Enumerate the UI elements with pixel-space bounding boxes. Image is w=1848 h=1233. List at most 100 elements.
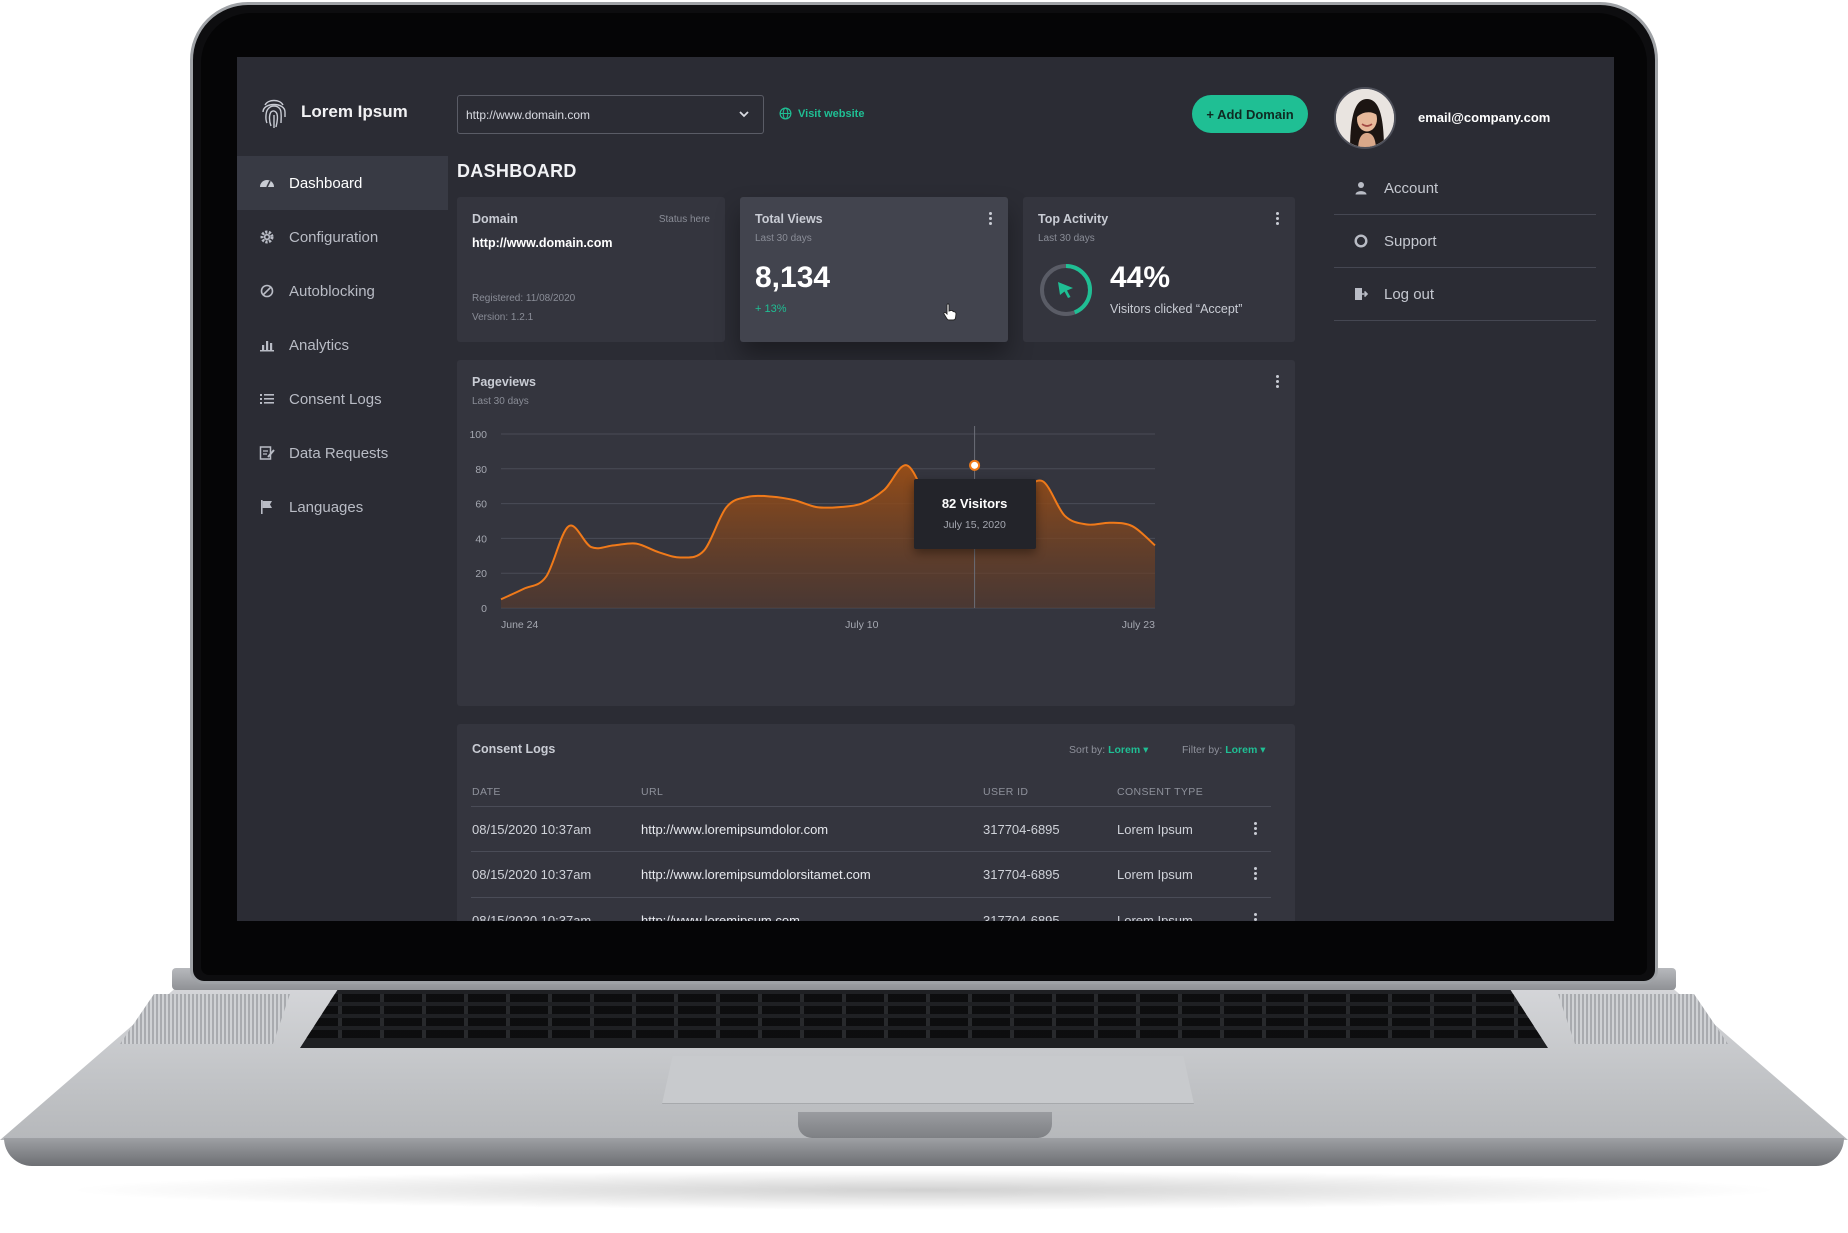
x-tick-label: July 10 xyxy=(845,619,878,631)
laptop-mockup: Lorem Ipsum Dashboard Configuration Auto… xyxy=(0,0,1848,1233)
pageviews-card: Pageviews Last 30 days 0 20 40 60 80 100 June … xyxy=(457,360,1295,706)
y-tick-label: 80 xyxy=(475,464,487,476)
add-domain-button[interactable]: + Add Domain xyxy=(1192,95,1308,133)
sidebar-item-configuration[interactable]: Configuration xyxy=(237,210,448,264)
filter-control[interactable]: Filter by: Lorem ▾ xyxy=(1182,744,1265,756)
gear-icon xyxy=(260,230,274,244)
row-url[interactable]: http://www.loremipsum.com xyxy=(641,913,800,921)
column-header-url[interactable]: URL xyxy=(641,786,663,798)
globe-icon xyxy=(779,107,792,120)
sidebar-item-label: Languages xyxy=(289,498,364,516)
lifebuoy-icon xyxy=(1354,234,1368,248)
menu-item-label: Account xyxy=(1384,179,1439,197)
pageviews-chart[interactable]: 0 20 40 60 80 100 June 24 July 10 July 23 xyxy=(457,360,1295,706)
table-row[interactable]: 08/15/2020 10:37am http://www.loremipsum… xyxy=(471,852,1271,898)
top-activity-card: Top Activity Last 30 days 44% Visitors c… xyxy=(1023,197,1295,342)
sidebar-item-data-requests[interactable]: Data Requests xyxy=(237,426,448,480)
total-views-subtitle: Last 30 days xyxy=(755,233,812,244)
sort-control[interactable]: Sort by: Lorem ▾ xyxy=(1069,744,1148,756)
sidebar-item-languages[interactable]: Languages xyxy=(237,480,448,534)
row-user-id: 317704-6895 xyxy=(983,822,1060,837)
sidebar-item-label: Autoblocking xyxy=(289,282,375,300)
top-activity-value: 44% xyxy=(1110,261,1171,294)
row-consent-type: Lorem Ipsum xyxy=(1117,913,1193,921)
domain-select[interactable]: http://www.domain.com xyxy=(457,95,764,134)
row-date: 08/15/2020 10:37am xyxy=(472,822,592,837)
chart-area-fill xyxy=(501,465,1155,608)
more-options-icon[interactable] xyxy=(1276,212,1280,228)
person-icon xyxy=(1355,182,1367,195)
column-header-date[interactable]: DATE xyxy=(472,786,501,798)
more-options-icon[interactable] xyxy=(989,212,993,228)
row-date: 08/15/2020 10:37am xyxy=(472,867,592,882)
hand-cursor-icon xyxy=(943,303,957,321)
logout-icon xyxy=(1355,288,1368,300)
total-views-change: + 13% xyxy=(755,303,787,315)
row-consent-type: Lorem Ipsum xyxy=(1117,822,1193,837)
brand[interactable]: Lorem Ipsum xyxy=(259,95,408,129)
domain-url: http://www.domain.com xyxy=(472,236,613,250)
filter-value[interactable]: Lorem ▾ xyxy=(1225,744,1265,756)
avatar[interactable] xyxy=(1334,87,1396,149)
row-user-id: 317704-6895 xyxy=(983,867,1060,882)
menu-item-account[interactable]: Account xyxy=(1334,162,1596,215)
tooltip-value: 82 Visitors xyxy=(941,496,1008,512)
sidebar: Lorem Ipsum Dashboard Configuration Auto… xyxy=(237,57,448,921)
sidebar-item-dashboard[interactable]: Dashboard xyxy=(237,156,448,210)
block-icon xyxy=(260,284,274,298)
row-url[interactable]: http://www.loremipsumdolorsitamet.com xyxy=(641,867,871,882)
sidebar-item-label: Data Requests xyxy=(289,444,389,462)
top-activity-title: Top Activity xyxy=(1038,212,1109,226)
tooltip-date: July 15, 2020 xyxy=(943,519,1006,532)
consent-logs-card: Consent Logs Sort by: Lorem ▾ Filter by:… xyxy=(457,724,1295,921)
sidebar-item-autoblocking[interactable]: Autoblocking xyxy=(237,264,448,318)
chart-tooltip: 82 Visitors July 15, 2020 xyxy=(913,479,1036,550)
row-more-options-icon[interactable] xyxy=(1254,867,1258,883)
user-profile[interactable]: email@company.com xyxy=(1334,87,1614,157)
x-tick-label: June 24 xyxy=(501,619,539,631)
sidebar-item-consent-logs[interactable]: Consent Logs xyxy=(237,372,448,426)
sort-label: Sort by: xyxy=(1069,744,1106,756)
sidebar-item-analytics[interactable]: Analytics xyxy=(237,318,448,372)
total-views-card[interactable]: Total Views Last 30 days 8,134 + 13% xyxy=(740,197,1008,342)
flag-icon xyxy=(261,500,272,514)
menu-item-logout[interactable]: Log out xyxy=(1334,268,1596,321)
visit-website-link[interactable]: Visit website xyxy=(779,107,864,120)
registered-date: Registered: 11/08/2020 xyxy=(472,293,576,304)
laptop-base xyxy=(4,1138,1844,1166)
keyboard xyxy=(300,990,1548,1048)
list-icon xyxy=(260,394,274,404)
y-tick-label: 0 xyxy=(481,603,487,615)
x-tick-label: July 23 xyxy=(1122,619,1155,631)
sidebar-item-label: Consent Logs xyxy=(289,390,382,408)
row-url[interactable]: http://www.loremipsumdolor.com xyxy=(641,822,828,837)
screen: Lorem Ipsum Dashboard Configuration Auto… xyxy=(237,57,1614,921)
menu-item-label: Log out xyxy=(1384,285,1435,303)
row-consent-type: Lorem Ipsum xyxy=(1117,867,1193,882)
domain-card-title: Domain xyxy=(472,212,518,226)
sidebar-item-label: Configuration xyxy=(289,228,379,246)
menu-item-label: Support xyxy=(1384,232,1437,250)
sidebar-item-label: Analytics xyxy=(289,336,350,354)
y-tick-label: 100 xyxy=(469,429,487,441)
sidebar-item-label: Dashboard xyxy=(289,174,363,192)
table-row[interactable]: 08/15/2020 10:37am http://www.loremipsum… xyxy=(471,806,1271,852)
row-more-options-icon[interactable] xyxy=(1254,913,1258,921)
page-title: DASHBOARD xyxy=(457,161,577,181)
sort-value[interactable]: Lorem ▾ xyxy=(1108,744,1148,756)
table-row[interactable]: 08/15/2020 10:37am http://www.loremipsum… xyxy=(471,898,1271,921)
total-views-title: Total Views xyxy=(755,212,823,226)
y-tick-label: 60 xyxy=(475,499,487,511)
laptop-shadow xyxy=(60,1170,1788,1210)
row-date: 08/15/2020 10:37am xyxy=(472,913,592,921)
edit-list-icon xyxy=(259,446,275,460)
column-header-user-id[interactable]: USER ID xyxy=(983,786,1028,798)
visit-website-label: Visit website xyxy=(798,107,865,120)
speedometer-icon xyxy=(260,180,274,188)
column-header-consent-type[interactable]: CONSENT TYPE xyxy=(1117,786,1203,798)
domain-select-value: http://www.domain.com xyxy=(466,107,591,122)
domain-card: Domain Status here http://www.domain.com… xyxy=(457,197,725,342)
row-more-options-icon[interactable] xyxy=(1254,822,1258,838)
menu-item-support[interactable]: Support xyxy=(1334,215,1596,268)
speaker-grille-left xyxy=(120,994,290,1044)
